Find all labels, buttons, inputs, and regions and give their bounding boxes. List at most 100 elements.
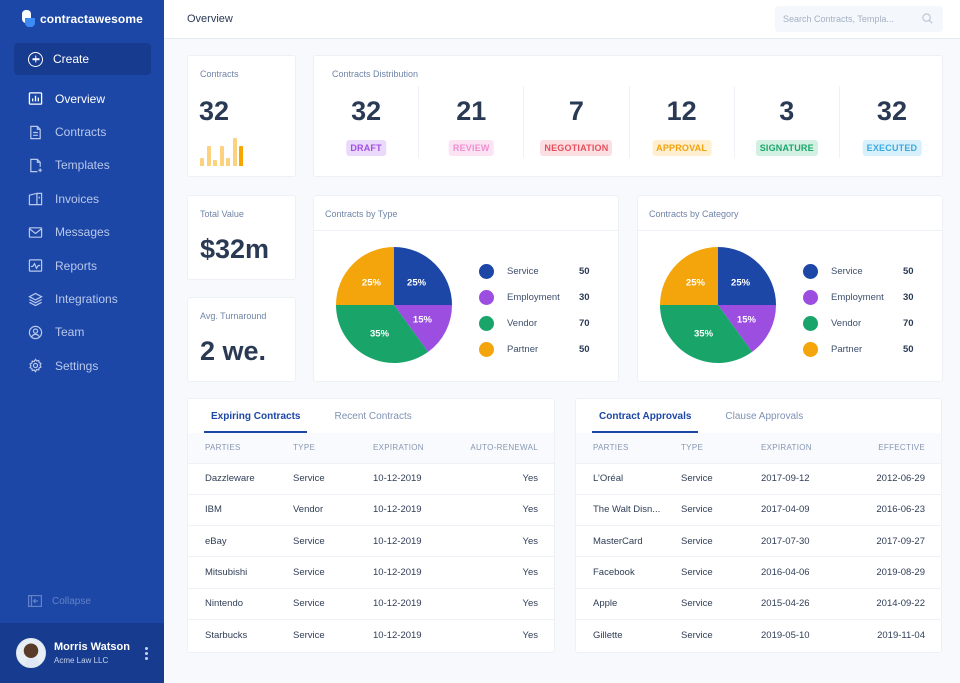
table-row[interactable]: eBay Service 10-12-2019 Yes bbox=[188, 525, 554, 558]
legend-item-service[interactable]: Service 50 bbox=[803, 258, 914, 284]
column-header-parties[interactable]: PARTIES bbox=[188, 433, 293, 464]
status-badge: SIGNATURE bbox=[755, 140, 818, 156]
create-button[interactable]: Create bbox=[14, 43, 151, 75]
legend-item-service[interactable]: Service 50 bbox=[479, 258, 590, 284]
search-icon[interactable] bbox=[922, 13, 933, 24]
logo[interactable]: contractawesome bbox=[22, 10, 143, 27]
legend-value: 50 bbox=[579, 343, 590, 355]
more-options-icon[interactable] bbox=[145, 647, 148, 660]
sidebar-item-settings[interactable]: Settings bbox=[0, 349, 164, 382]
sidebar-item-invoices[interactable]: Invoices bbox=[0, 182, 164, 215]
legend-value: 50 bbox=[903, 265, 914, 277]
pie-slice-service[interactable] bbox=[718, 247, 776, 305]
table-cell: eBay bbox=[188, 525, 293, 558]
table-cell: Starbucks bbox=[205, 629, 248, 641]
distribution-item-executed[interactable]: 32 EXECUTED bbox=[840, 86, 944, 158]
column-header-type[interactable]: TYPE bbox=[681, 433, 761, 464]
pie-slice-partner[interactable] bbox=[660, 247, 718, 305]
column-header-expiration[interactable]: EXPIRATION bbox=[761, 433, 841, 464]
column-header-expiration[interactable]: EXPIRATION bbox=[373, 433, 442, 464]
user-profile[interactable]: Morris Watson Acme Law LLC bbox=[0, 623, 164, 683]
table-row[interactable]: IBM Vendor 10-12-2019 Yes bbox=[188, 494, 554, 527]
tab-clause-approvals[interactable]: Clause Approvals bbox=[718, 399, 810, 433]
tab-expiring-contracts[interactable]: Expiring Contracts bbox=[204, 399, 308, 433]
distribution-item-review[interactable]: 21 REVIEW bbox=[419, 86, 525, 158]
sidebar-item-overview[interactable]: Overview bbox=[0, 82, 164, 115]
table-row[interactable]: Apple Service 2015-04-26 2014-09-22 bbox=[576, 588, 941, 620]
column-header-parties[interactable]: PARTIES bbox=[576, 433, 681, 464]
distribution-count: 21 bbox=[456, 96, 487, 126]
table-cell: 2016-06-23 bbox=[840, 494, 941, 527]
table-cell: 2017-07-30 bbox=[761, 525, 841, 558]
table-cell: 10-12-2019 bbox=[373, 525, 442, 558]
table-cell: Yes bbox=[441, 494, 554, 527]
table-cell: 2015-04-26 bbox=[761, 588, 841, 620]
legend-item-vendor[interactable]: Vendor 70 bbox=[803, 310, 914, 336]
legend-item-vendor[interactable]: Vendor 70 bbox=[479, 310, 590, 336]
distribution-item-approval[interactable]: 12 APPROVAL bbox=[630, 86, 735, 158]
column-header-auto-renewal[interactable]: AUTO-RENEWAL bbox=[441, 433, 554, 464]
legend-label: Partner bbox=[831, 343, 863, 355]
pie-label: 25% bbox=[686, 277, 706, 288]
sidebar-item-integrations[interactable]: Integrations bbox=[0, 282, 164, 315]
sidebar-item-contracts[interactable]: Contracts bbox=[0, 115, 164, 148]
table-cell: Yes bbox=[441, 525, 554, 558]
contracts-by-type-card: Contracts by Type 25% 15% 35% 25% Service 50… bbox=[313, 195, 619, 382]
pie-chart: 25% 15% 35% 25% bbox=[660, 247, 776, 363]
table-row[interactable]: Nintendo Service 10-12-2019 Yes bbox=[188, 588, 554, 620]
legend-item-employment[interactable]: Employment 30 bbox=[803, 284, 914, 310]
approvals-table: PARTIES TYPE EXPIRATION EFFECTIVE L’Oréal Ser… bbox=[576, 433, 941, 651]
sidebar-item-team[interactable]: Team bbox=[0, 316, 164, 349]
legend-item-partner[interactable]: Partner 50 bbox=[479, 336, 590, 362]
table-row[interactable]: Mitsubishi Service 10-12-2019 Yes bbox=[188, 556, 554, 589]
sparkline-bar bbox=[213, 160, 217, 166]
tab-recent-contracts[interactable]: Recent Contracts bbox=[327, 399, 418, 433]
distribution-item-negotiation[interactable]: 7 NEGOTIATION bbox=[524, 86, 630, 158]
create-label: Create bbox=[53, 52, 90, 66]
table-cell: Service bbox=[293, 556, 373, 589]
legend-item-partner[interactable]: Partner 50 bbox=[803, 336, 914, 362]
table-cell: 2014-09-22 bbox=[840, 588, 941, 620]
sidebar: contractawesome Create Overview Contract… bbox=[0, 0, 164, 683]
table-row[interactable]: Starbucks Service 10-12-2019 Yes bbox=[188, 619, 554, 650]
sparkline-bar bbox=[239, 146, 243, 166]
table-row[interactable]: Dazzleware Service 10-12-2019 Yes bbox=[188, 463, 554, 495]
distribution-item-signature[interactable]: 3 SIGNATURE bbox=[735, 86, 840, 158]
table-header-row: PARTIES TYPE EXPIRATION AUTO-RENEWAL bbox=[188, 433, 554, 464]
expiring-contracts-card: Expiring Contracts Recent Contracts PARTIE… bbox=[187, 398, 555, 653]
sparkline-bar bbox=[232, 138, 237, 166]
table-row[interactable]: Facebook Service 2016-04-06 2019-08-29 bbox=[576, 556, 941, 589]
gear-icon bbox=[28, 358, 43, 374]
search-box[interactable] bbox=[775, 6, 943, 32]
table-row[interactable]: The Walt Disn... Service 2017-04-09 2016-06… bbox=[576, 494, 941, 527]
collapse-label: Collapse bbox=[52, 595, 91, 607]
table-row[interactable]: L’Oréal Service 2017-09-12 2012-06-29 bbox=[576, 463, 941, 495]
collapse-icon bbox=[28, 595, 42, 607]
pie-slice-partner[interactable] bbox=[336, 247, 394, 305]
approvals-card: Contract Approvals Clause Approvals PARTIE… bbox=[575, 398, 942, 653]
distribution-item-draft[interactable]: 32 DRAFT bbox=[314, 86, 420, 158]
pie-slice-service[interactable] bbox=[394, 247, 452, 305]
table-row[interactable]: Gillette Service 2019-05-10 2019-11-04 bbox=[576, 619, 941, 650]
sidebar-item-messages[interactable]: Messages bbox=[0, 216, 164, 249]
table-cell: Service bbox=[681, 556, 761, 589]
table-cell: 2017-09-27 bbox=[840, 525, 941, 558]
table-cell: Service bbox=[681, 463, 761, 495]
sidebar-item-reports[interactable]: Reports bbox=[0, 249, 164, 282]
legend-item-employment[interactable]: Employment 30 bbox=[479, 284, 590, 310]
column-header-effective[interactable]: EFFECTIVE bbox=[840, 433, 941, 464]
turnaround-card: Avg. Turnaround 2 we. bbox=[187, 297, 296, 382]
distribution-card: Contracts Distribution 32 DRAFT 21 REVIEW 7 N… bbox=[313, 55, 943, 177]
sidebar-item-templates[interactable]: Templates bbox=[0, 149, 164, 182]
avatar[interactable] bbox=[16, 638, 46, 668]
contracts-card: Contracts 32 bbox=[187, 55, 296, 177]
tab-contract-approvals[interactable]: Contract Approvals bbox=[592, 399, 699, 433]
table-row[interactable]: MasterCard Service 2017-07-30 2017-09-27 bbox=[576, 525, 941, 558]
collapse-button[interactable]: Collapse bbox=[28, 595, 91, 607]
pie-label: 35% bbox=[694, 328, 714, 339]
total-value-card: Total Value $32m bbox=[187, 195, 296, 280]
legend-swatch bbox=[803, 341, 818, 357]
search-input[interactable] bbox=[783, 14, 913, 24]
sidebar-item-label: Settings bbox=[55, 358, 99, 373]
column-header-type[interactable]: TYPE bbox=[293, 433, 373, 464]
